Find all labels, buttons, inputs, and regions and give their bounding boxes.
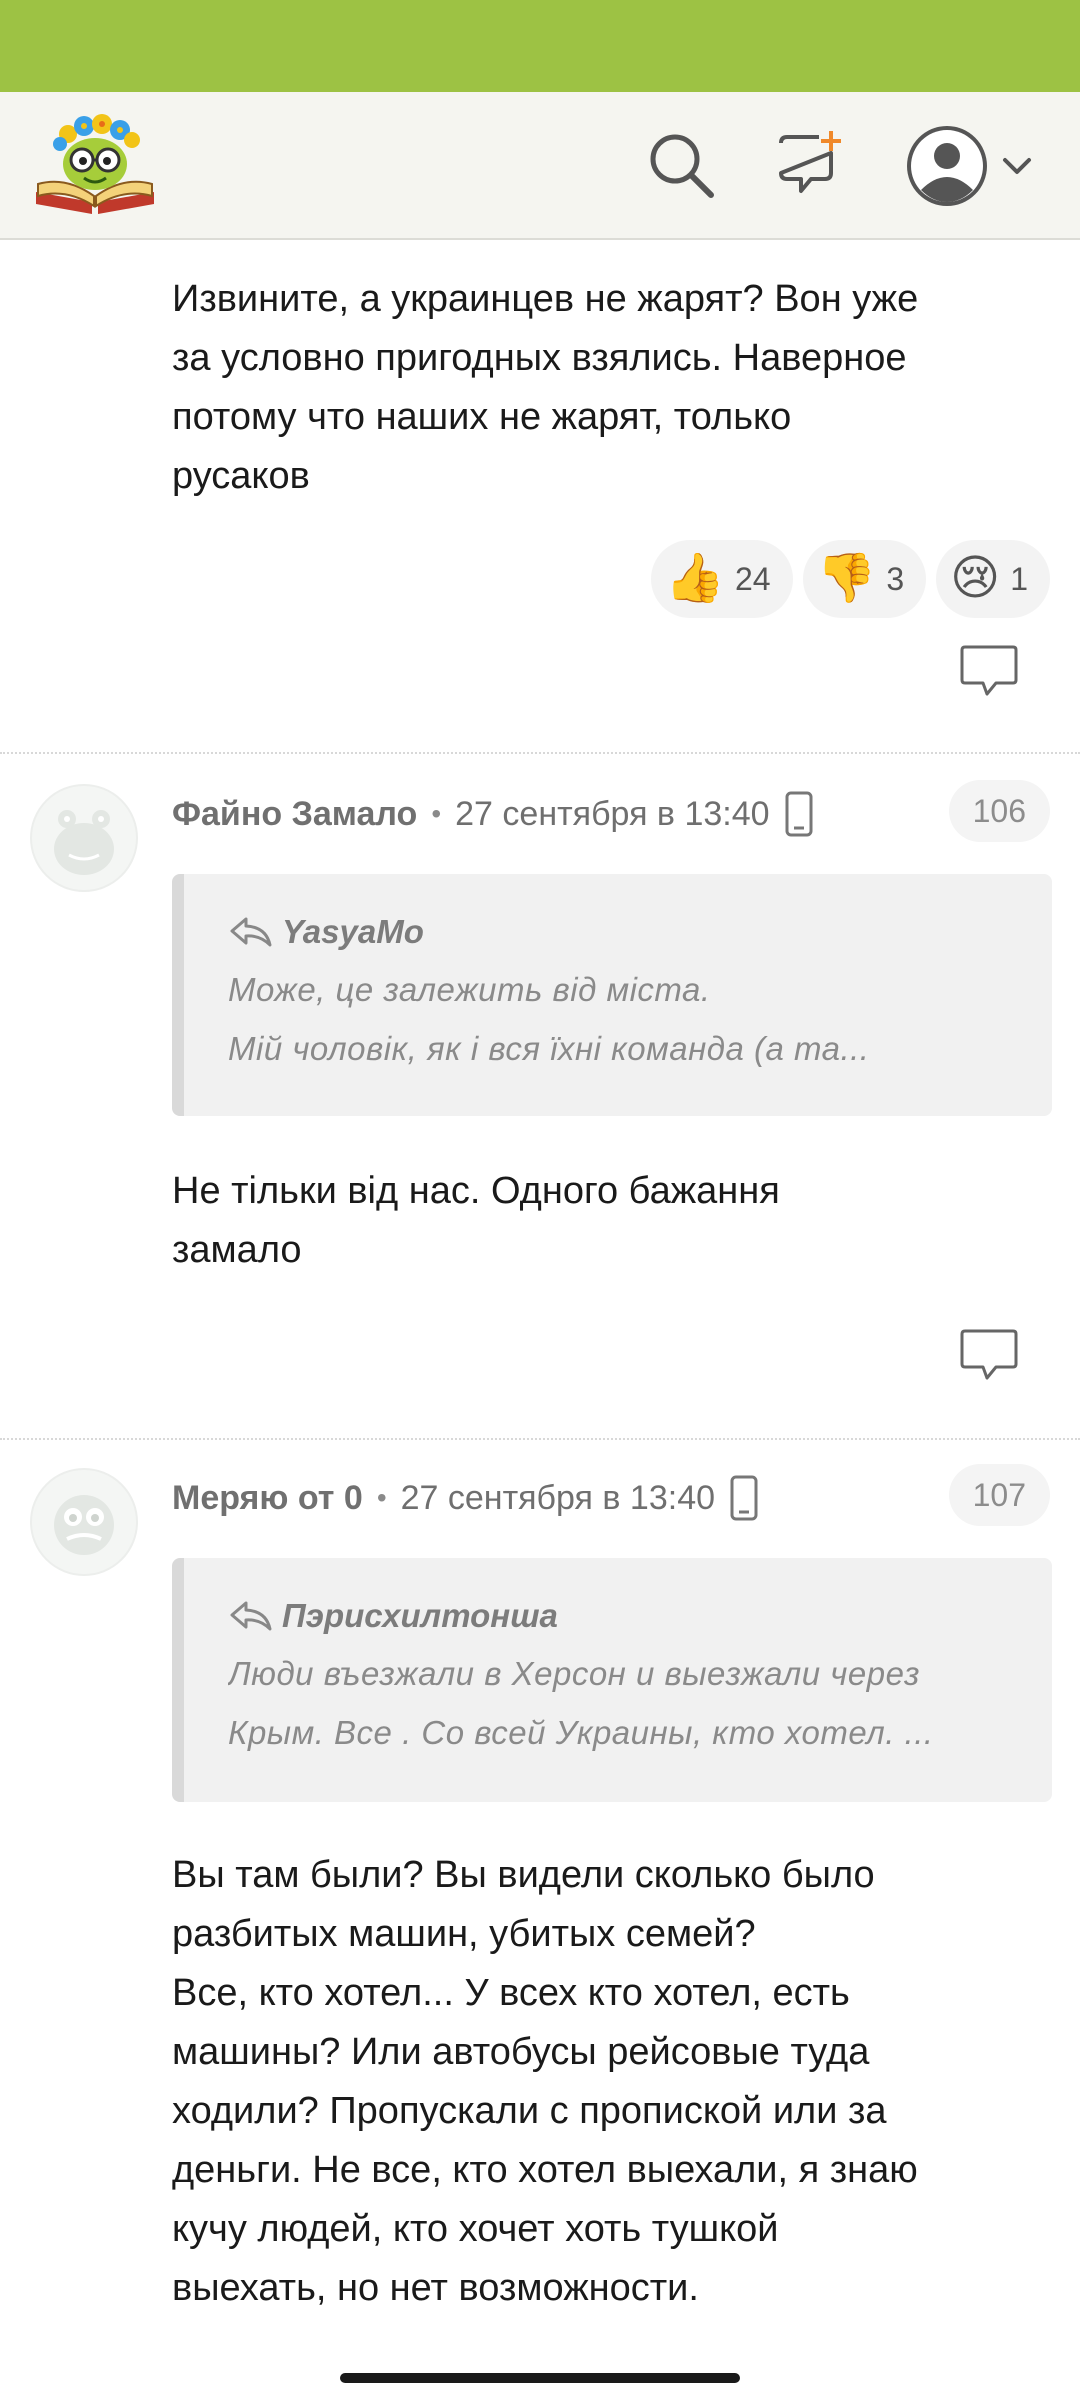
comment-text: Извините, а украинцев не жарят? Вон уже … <box>172 278 919 497</box>
profile-menu-button[interactable] <box>896 118 1046 214</box>
comment-meta: Файно Замало • 27 сентября в 13:40 <box>172 786 814 842</box>
mobile-device-icon <box>729 1475 759 1521</box>
quote-author: YasyaMo <box>282 913 424 950</box>
new-post-icon <box>779 131 841 193</box>
search-button[interactable] <box>636 120 726 210</box>
quote-block[interactable]: Пэрисхилтонша Люди въезжали в Херсон и в… <box>172 1558 1052 1802</box>
meta-separator: • <box>376 1482 387 1513</box>
quote-header: YasyaMo <box>228 904 1008 960</box>
reply-button[interactable] <box>958 644 1020 700</box>
user-avatar-icon <box>907 126 987 206</box>
quote-text: Крым. Все . Со всей Украины, кто хотел. … <box>228 1714 934 1751</box>
comment-date: 27 сентября в 13:40 <box>400 1478 716 1517</box>
avatar[interactable] <box>30 1468 138 1576</box>
chevron-down-icon <box>1003 158 1031 174</box>
app-header <box>0 92 1080 240</box>
comment-author[interactable]: Файно Замало <box>172 795 417 834</box>
reaction-count: 24 <box>735 560 771 597</box>
new-post-button[interactable] <box>766 120 856 210</box>
search-icon <box>650 134 714 198</box>
reaction-count: 1 <box>1010 560 1028 597</box>
comment-date: 27 сентября в 13:40 <box>455 794 770 833</box>
reaction-crying-button[interactable]: 😢 1 <box>936 540 1050 618</box>
quote-header: Пэрисхилтонша <box>228 1588 1008 1644</box>
quote-text: Може, це залежить від міста. <box>228 971 711 1008</box>
avatar[interactable] <box>30 784 138 892</box>
comment-text: Не тільки від нас. Одного бажання замало <box>172 1170 780 1271</box>
quote-text: Люди въезжали в Херсон и выезжали через <box>228 1655 920 1692</box>
comment-meta: Меряю от 0 • 27 сентября в 13:40 <box>172 1470 759 1526</box>
quote-author: Пэрисхилтонша <box>282 1597 558 1634</box>
comment-number-badge[interactable]: 107 <box>948 1464 1050 1526</box>
thumbs-down-icon: 👎 <box>816 552 877 605</box>
comment-text: Вы там были? Вы видели сколько было разб… <box>172 1854 918 2309</box>
reply-arrow-icon <box>230 917 272 947</box>
comment-author[interactable]: Меряю от 0 <box>172 1479 363 1518</box>
crying-face-icon: 😢 <box>950 552 1001 605</box>
status-bar <box>0 0 1080 92</box>
comment-divider <box>0 1438 1080 1440</box>
comment-bubble-icon <box>960 1329 1018 1380</box>
reaction-count: 3 <box>886 560 905 597</box>
reaction-thumbs-up-button[interactable]: 👍 24 <box>651 540 793 618</box>
reply-button[interactable] <box>958 1328 1020 1384</box>
site-logo[interactable] <box>32 106 158 218</box>
meta-separator: • <box>431 798 442 829</box>
comment-bubble-icon <box>960 645 1018 696</box>
comment-divider <box>0 752 1080 754</box>
mobile-device-icon <box>784 791 814 837</box>
thumbs-up-icon: 👍 <box>665 552 725 605</box>
comment-number-badge[interactable]: 106 <box>948 780 1050 842</box>
reaction-thumbs-down-button[interactable]: 👎 3 <box>802 540 927 618</box>
reply-arrow-icon <box>230 1601 272 1631</box>
reactions-bar: 👍 24 👎 3 😢 1 <box>651 540 1050 618</box>
quote-text: Мій чоловік, як і вся їхні команда (а та… <box>228 1030 870 1067</box>
quote-block[interactable]: YasyaMo Може, це залежить від міста. Мій… <box>172 874 1052 1116</box>
home-indicator[interactable] <box>340 2373 740 2383</box>
